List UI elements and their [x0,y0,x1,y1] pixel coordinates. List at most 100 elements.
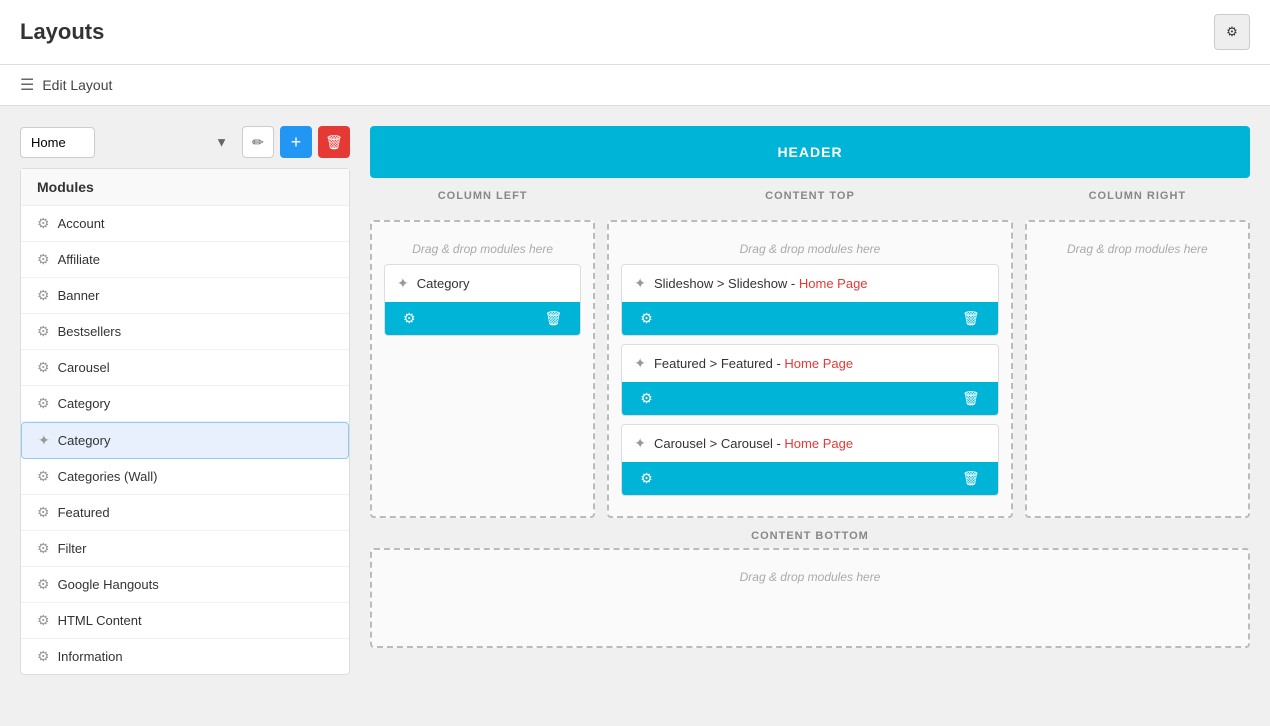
module-item-account[interactable]: ⚙ Account [21,206,349,242]
module-card-category: ✦ Category ⚙ 🗑 [384,264,581,336]
delete-btn-featured[interactable]: 🗑 [956,388,986,409]
content-bottom-drop-hint: Drag & drop modules here [384,562,1236,592]
module-name-featured: Featured [58,505,110,520]
sub-header-label: Edit Layout [42,77,112,93]
module-card-carousel-actions: ⚙ 🗑 [622,462,997,495]
columns-row-labels: COLUMN LEFT CONTENT TOP COLUMN RIGHT [370,190,1250,208]
module-card-slideshow: ✦ Slideshow > Slideshow - Home Page ⚙ 🗑 [621,264,998,336]
column-right-label: COLUMN RIGHT [1025,190,1250,202]
move-icon-carousel: ✦ [634,435,646,452]
module-icon-categories-wall: ⚙ [37,468,50,485]
content-bottom-label: CONTENT BOTTOM [370,530,1250,542]
carousel-highlight: Home Page [784,436,853,451]
settings-btn-featured[interactable]: ⚙ [634,388,659,409]
delete-btn-slideshow[interactable]: 🗑 [956,308,986,329]
sidebar: Home Category Product Account ▼ ✏ + 🗑 Mo… [20,126,350,706]
module-item-html-content[interactable]: ⚙ HTML Content [21,603,349,639]
module-name-categories-wall: Categories (Wall) [58,469,158,484]
module-card-slideshow-title: Slideshow > Slideshow - Home Page [654,276,986,291]
content-bottom-drop-zone[interactable]: Drag & drop modules here [370,548,1250,648]
main-content: Home Category Product Account ▼ ✏ + 🗑 Mo… [0,106,1270,726]
module-icon-information: ⚙ [37,648,50,665]
module-name-information: Information [58,649,123,664]
layout-select[interactable]: Home Category Product Account [20,127,95,158]
page-title: Layouts [20,19,104,45]
module-icon-google-hangouts: ⚙ [37,576,50,593]
delete-btn-category[interactable]: 🗑 [538,308,568,329]
settings-icon[interactable]: ⚙ [1214,14,1250,50]
module-item-affiliate[interactable]: ⚙ Affiliate [21,242,349,278]
content-bottom-section: CONTENT BOTTOM Drag & drop modules here [370,530,1250,648]
module-item-carousel[interactable]: ⚙ Carousel [21,350,349,386]
module-icon-account: ⚙ [37,215,50,232]
column-left-drop-hint: Drag & drop modules here [384,234,581,264]
module-item-filter[interactable]: ⚙ Filter [21,531,349,567]
module-card-category-title: Category [417,276,569,291]
layout-select-wrapper: Home Category Product Account ▼ [20,127,236,158]
module-icon-bestsellers: ⚙ [37,323,50,340]
header-block: HEADER [370,126,1250,178]
settings-btn-category[interactable]: ⚙ [397,308,422,329]
module-name-carousel: Carousel [58,360,110,375]
module-card-slideshow-header: ✦ Slideshow > Slideshow - Home Page [622,265,997,302]
content-top-label: CONTENT TOP [607,190,1012,202]
move-icon-slideshow: ✦ [634,275,646,292]
top-bar: Layouts ⚙ [0,0,1270,65]
menu-icon: ☰ [20,75,34,95]
move-icon-category: ✦ [397,275,409,292]
module-item-categories-wall[interactable]: ⚙ Categories (Wall) [21,459,349,495]
column-left-drop-zone[interactable]: Drag & drop modules here ✦ Category ⚙ 🗑 [370,220,595,518]
module-item-banner[interactable]: ⚙ Banner [21,278,349,314]
move-icon-featured: ✦ [634,355,646,372]
module-card-category-actions: ⚙ 🗑 [385,302,580,335]
module-name-category-drag: Category [58,433,111,448]
module-item-featured[interactable]: ⚙ Featured [21,495,349,531]
module-card-featured-title: Featured > Featured - Home Page [654,356,986,371]
module-card-featured: ✦ Featured > Featured - Home Page ⚙ 🗑 [621,344,998,416]
column-right-drop-hint: Drag & drop modules here [1039,234,1236,264]
columns-drop-zones: Drag & drop modules here ✦ Category ⚙ 🗑 … [370,220,1250,518]
module-name-category: Category [58,396,111,411]
column-left-label: COLUMN LEFT [370,190,595,202]
module-item-category[interactable]: ⚙ Category [21,386,349,422]
module-name-account: Account [58,216,105,231]
delete-layout-button[interactable]: 🗑 [318,126,350,158]
module-name-banner: Banner [58,288,100,303]
layout-area: HEADER COLUMN LEFT CONTENT TOP COLUMN RI… [370,126,1250,706]
module-item-information[interactable]: ⚙ Information [21,639,349,674]
edit-layout-button[interactable]: ✏ [242,126,274,158]
content-top-drop-zone[interactable]: Drag & drop modules here ✦ Slideshow > S… [607,220,1012,518]
module-card-slideshow-actions: ⚙ 🗑 [622,302,997,335]
module-card-featured-header: ✦ Featured > Featured - Home Page [622,345,997,382]
module-icon-banner: ⚙ [37,287,50,304]
module-card-carousel: ✦ Carousel > Carousel - Home Page ⚙ 🗑 [621,424,998,496]
settings-btn-slideshow[interactable]: ⚙ [634,308,659,329]
module-item-category-dragging[interactable]: ✦ Category [21,422,349,459]
module-icon-carousel: ⚙ [37,359,50,376]
module-icon-featured: ⚙ [37,504,50,521]
column-right-drop-zone[interactable]: Drag & drop modules here [1025,220,1250,518]
module-name-html-content: HTML Content [58,613,142,628]
module-name-filter: Filter [58,541,87,556]
content-top-drop-hint: Drag & drop modules here [621,234,998,264]
slideshow-highlight: Home Page [799,276,868,291]
module-card-featured-actions: ⚙ 🗑 [622,382,997,415]
module-icon-filter: ⚙ [37,540,50,557]
module-card-carousel-title: Carousel > Carousel - Home Page [654,436,986,451]
module-icon-category-drag: ✦ [38,432,50,449]
module-card-category-header: ✦ Category [385,265,580,302]
featured-highlight: Home Page [784,356,853,371]
modules-panel: Modules ⚙ Account ⚙ Affiliate ⚙ Banner ⚙… [20,168,350,675]
module-icon-html-content: ⚙ [37,612,50,629]
module-name-affiliate: Affiliate [58,252,100,267]
delete-btn-carousel[interactable]: 🗑 [956,468,986,489]
module-name-google-hangouts: Google Hangouts [58,577,159,592]
module-icon-affiliate: ⚙ [37,251,50,268]
settings-btn-carousel[interactable]: ⚙ [634,468,659,489]
sub-header: ☰ Edit Layout [0,65,1270,106]
module-card-carousel-header: ✦ Carousel > Carousel - Home Page [622,425,997,462]
module-item-bestsellers[interactable]: ⚙ Bestsellers [21,314,349,350]
add-layout-button[interactable]: + [280,126,312,158]
module-item-google-hangouts[interactable]: ⚙ Google Hangouts [21,567,349,603]
module-icon-category: ⚙ [37,395,50,412]
